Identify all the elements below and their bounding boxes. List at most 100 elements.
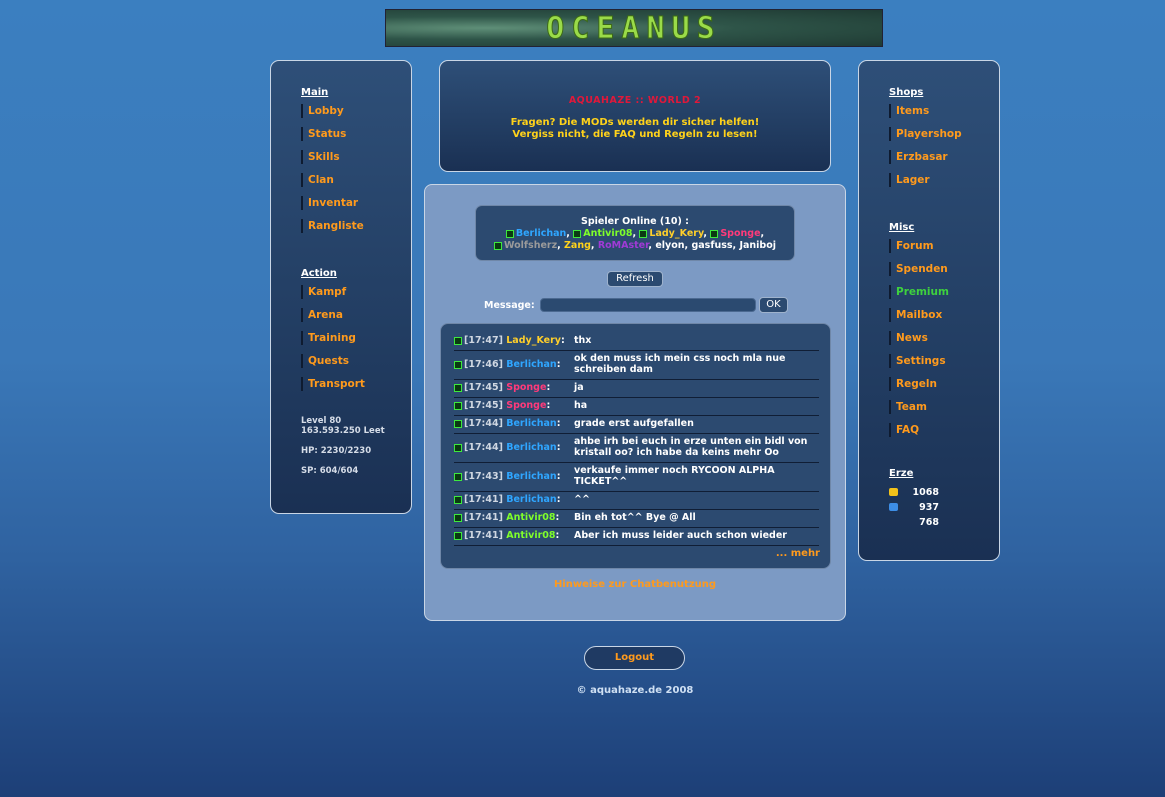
erz-row: 937 [889,500,939,515]
chat-row: [17:43] Berlichan: verkaufe immer noch R… [454,465,819,492]
nav-arena[interactable]: Arena [301,308,411,322]
nav-premium[interactable]: Premium [889,285,999,299]
oceanus-logo: OCEANUS [385,9,883,47]
chat-time: [17:41] [464,494,503,505]
shops-heading: Shops [889,87,924,98]
nav-training[interactable]: Training [301,331,411,345]
stat-hp: HP: 2230/2230 [301,446,372,456]
chat-row: [17:46] Berlichan: ok den muss ich mein … [454,353,819,380]
chat-message: thx [574,335,592,346]
notice-line-2: Vergiss nicht, die FAQ und Regeln zu les… [512,129,758,140]
chat-status-icon [454,513,462,522]
nav-settings[interactable]: Settings [889,354,999,368]
right-nav-panel: Shops Items Playershop Erzbasar Lager Mi… [858,60,1000,561]
misc-heading: Misc [889,222,915,233]
more-link[interactable]: ... mehr [776,548,820,559]
erze-list: 1068 937 768 [889,485,939,530]
erz-row: 1068 [889,485,939,500]
refresh-button[interactable]: Refresh [607,271,663,287]
erz-row: 768 [889,515,939,530]
welcome-panel: AQUAHAZE :: WORLD 2 Fragen? Die MODs wer… [439,60,831,172]
chat-message: Bin eh tot^^ Bye @ All [574,512,696,523]
chat-status-icon [454,401,462,410]
chat-user[interactable]: Berlichan [506,359,556,370]
chat-status-icon [454,443,462,452]
chat-user[interactable]: Berlichan [506,494,556,505]
nav-news[interactable]: News [889,331,999,345]
chat-hints-link[interactable]: Hinweise zur Chatbenutzung [425,579,845,590]
chat-message: grade erst aufgefallen [574,418,694,429]
online-status-icon [710,229,719,238]
chat-user[interactable]: Antivir08 [506,530,555,541]
player-link[interactable]: Wolfsherz [504,240,557,251]
chat-status-icon [454,383,462,392]
message-label: Message: [484,300,535,311]
chat-row: [17:41] Antivir08: Aber ich muss leider … [454,530,819,546]
nav-team[interactable]: Team [889,400,999,414]
nav-lager[interactable]: Lager [889,173,999,187]
online-heading: Spieler Online (10) : [581,216,689,227]
chat-status-icon [454,336,462,345]
player-link[interactable]: Zang [564,240,591,251]
chat-user[interactable]: Sponge [506,382,546,393]
nav-regeln[interactable]: Regeln [889,377,999,391]
nav-spenden[interactable]: Spenden [889,262,999,276]
chat-user[interactable]: Berlichan [506,418,556,429]
player-stats: Level 80 163.593.250 Leet HP: 2230/2230 … [301,416,411,476]
erz-value: 937 [919,502,939,513]
nav-lobby[interactable]: Lobby [301,104,411,118]
chat-message: ^^ [574,494,590,505]
chat-user[interactable]: Berlichan [506,471,556,482]
player-link[interactable]: Lady_Kery [649,228,703,239]
player-link[interactable]: Sponge [720,228,760,239]
main-heading: Main [301,87,329,98]
chat-row: [17:47] Lady_Kery: thx [454,335,819,351]
chat-message: ahbe irh bei euch in erze unten ein bidl… [574,436,808,458]
stat-sp: SP: 604/604 [301,466,359,476]
chat-time: [17:47] [464,335,503,346]
nav-rangliste[interactable]: Rangliste [301,219,411,233]
copyright: © aquahaze.de 2008 [576,685,694,696]
nav-faq[interactable]: FAQ [889,423,999,437]
nav-forum[interactable]: Forum [889,239,999,253]
nav-erzbasar[interactable]: Erzbasar [889,150,999,164]
action-heading: Action [301,268,337,279]
player-link[interactable]: RoMAster [598,240,649,251]
chat-row: [17:41] Antivir08: Bin eh tot^^ Bye @ Al… [454,512,819,528]
chat-row: [17:41] Berlichan: ^^ [454,494,819,510]
player-link[interactable]: Antivir08 [583,228,632,239]
chat-time: [17:41] [464,512,503,523]
chat-user[interactable]: Berlichan [506,442,556,453]
player-link[interactable]: Janiboj [739,240,776,251]
world-title: AQUAHAZE :: WORLD 2 [568,95,702,106]
nav-skills[interactable]: Skills [301,150,411,164]
nav-status[interactable]: Status [301,127,411,141]
chat-time: [17:44] [464,442,503,453]
nav-kampf[interactable]: Kampf [301,285,411,299]
nav-transport[interactable]: Transport [301,377,411,391]
chat-user[interactable]: Sponge [506,400,546,411]
nav-mailbox[interactable]: Mailbox [889,308,999,322]
player-link[interactable]: Berlichan [516,228,566,239]
player-link[interactable]: gasfuss [691,240,732,251]
chat-time: [17:44] [464,418,503,429]
ok-button[interactable]: OK [759,297,788,313]
chat-row: [17:44] Berlichan: ahbe irh bei euch in … [454,436,819,463]
nav-inventar[interactable]: Inventar [301,196,411,210]
logo-text: OCEANUS [546,10,722,46]
message-input[interactable] [540,298,756,312]
logout-button[interactable]: Logout [584,646,685,670]
nav-quests[interactable]: Quests [301,354,411,368]
erz-value: 768 [919,517,939,528]
chat-user[interactable]: Antivir08 [506,512,555,523]
nav-clan[interactable]: Clan [301,173,411,187]
player-link[interactable]: elyon [655,240,684,251]
notice-line-1: Fragen? Die MODs werden dir sicher helfe… [510,117,760,128]
left-nav-panel: Main Lobby Status Skills Clan Inventar R… [270,60,412,514]
chat-log: [17:47] Lady_Kery: thx [17:46] Berlichan… [440,323,831,569]
nav-playershop[interactable]: Playershop [889,127,999,141]
chat-user[interactable]: Lady_Kery [506,335,561,346]
erz-value: 1068 [912,487,939,498]
nav-items[interactable]: Items [889,104,999,118]
chat-time: [17:41] [464,530,503,541]
